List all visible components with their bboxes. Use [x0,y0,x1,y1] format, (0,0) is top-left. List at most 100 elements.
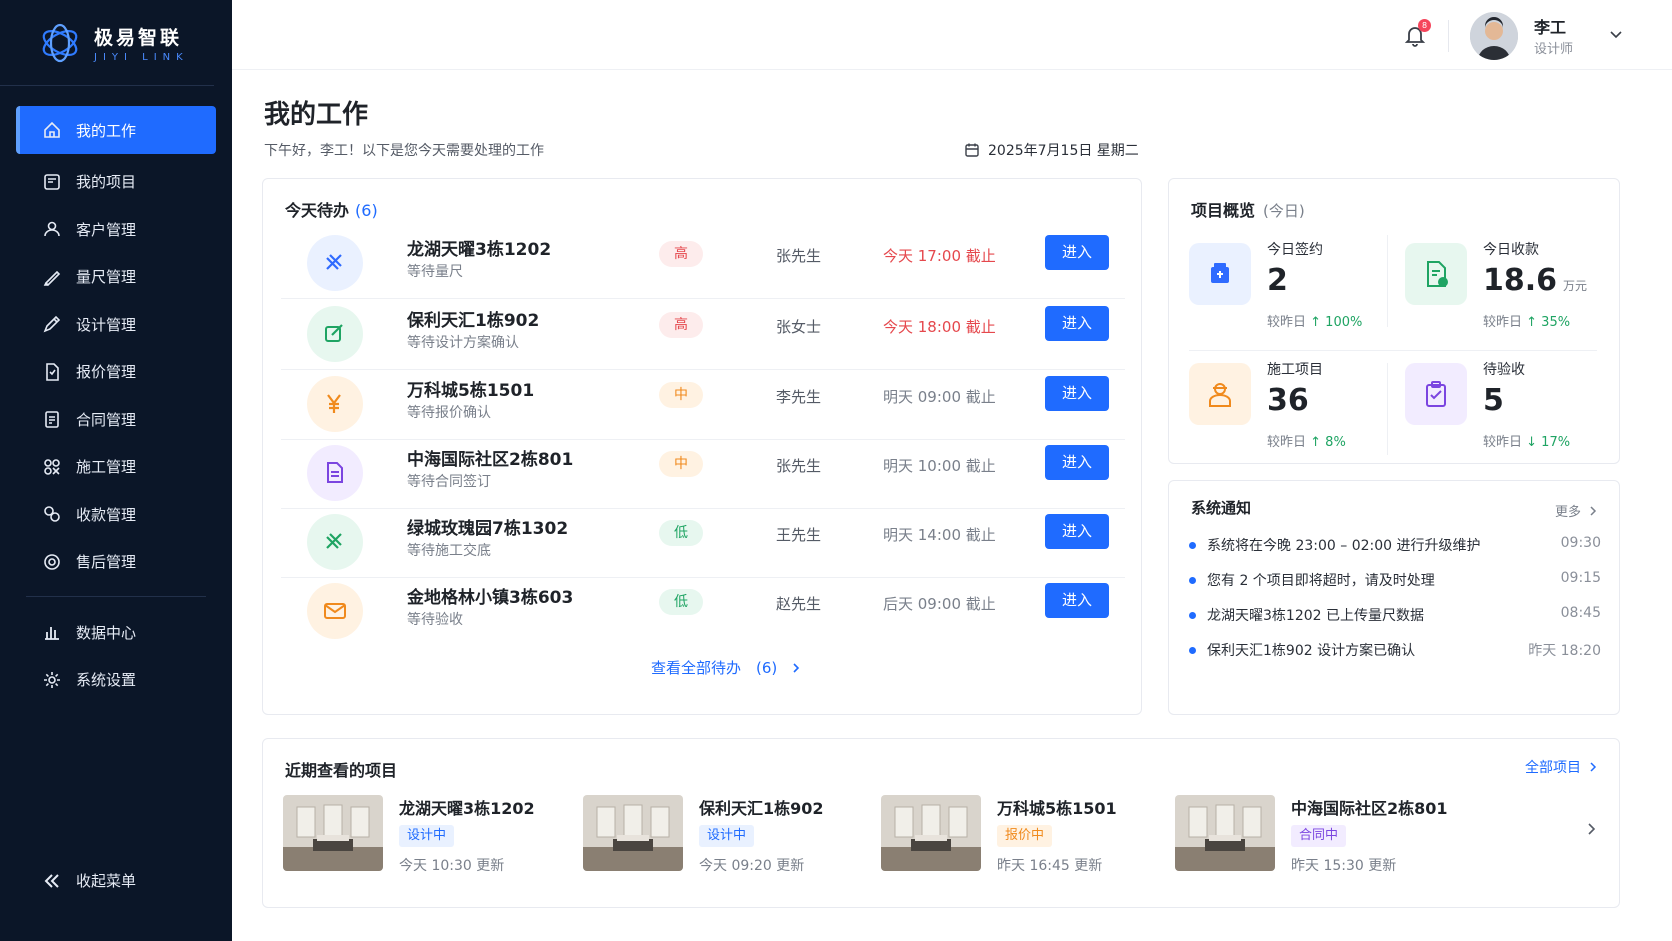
compare-change: ↑ 35% [1526,315,1571,330]
sidebar-item-label: 收款管理 [76,505,137,524]
stat-tile[interactable]: 施工项目 36 较昨日 ↑ 8% [1189,355,1389,465]
sidebar-item-label: 合同管理 [76,410,137,429]
todo-card: 今天待办 (6) 龙湖天曜3栋1202 等待量尺高张先生 今天 17:00 截止 进入保… [262,178,1142,715]
stat-tile[interactable]: 今日签约 2 较昨日 ↑ 100% [1189,235,1389,345]
overview-sub: (今日) [1263,202,1305,220]
user-name: 李工 [1534,18,1567,37]
bullet-dot [1189,612,1196,619]
stat-icon-wrap [1405,243,1467,305]
notification-button[interactable]: 8 [1402,19,1431,48]
stat-label: 待验收 [1483,362,1525,378]
stat-compare: 较昨日 ↑ 35% [1483,311,1570,330]
todo-status: 等待施工交底 [407,543,491,559]
project-overview-card: 项目概览 (今日) 今日签约 2 较昨日 ↑ 100% 今日收款 18.6 万元 较昨日 ↑ … [1168,178,1620,464]
project-updated-time: 昨天 15:30 更新 [1291,858,1397,874]
sidebar-item-items-5[interactable]: 报价管理 [16,348,216,396]
view-all-todo-link[interactable]: 查看全部待办 (6) [651,657,803,678]
room-thumbnail-icon [283,795,383,871]
project-status-tag: 报价中 [997,825,1053,847]
more-notices-link[interactable]: 更多 [1555,501,1599,520]
compare-prefix: 较昨日 [1483,435,1523,450]
stat-number: 5 [1483,383,1504,418]
enter-button[interactable]: 进入 [1045,306,1109,341]
enter-button[interactable]: 进入 [1045,376,1109,411]
todo-project-name: 金地格林小镇3栋603 [407,588,574,608]
double-chevron-left-icon [44,873,59,888]
current-date: 2025年7月15日 星期二 [964,140,1139,160]
sidebar-item-items2-1[interactable]: 系统设置 [16,656,216,704]
all-projects-link[interactable]: 全部项目 [1525,757,1599,777]
stat-label: 今日收款 [1483,242,1539,258]
receipt-icon [1427,261,1448,287]
sidebar-item-label: 我的项目 [76,173,137,192]
stat-tile[interactable]: 待验收 5 较昨日 ↓ 17% [1405,355,1605,465]
todo-client: 王先生 [776,526,822,544]
todo-row: 金地格林小镇3栋603 等待验收 低 赵先生 后天 09:00 截止 进入 [281,573,1125,647]
sidebar-item-items-8[interactable]: 收款管理 [16,491,216,539]
sidebar-item-items-1[interactable]: 我的项目 [16,158,216,206]
recent-project-item[interactable]: 保利天汇1栋902 设计中 今天 09:20 更新 [583,795,873,877]
brand-sub: JIYI LINK [94,51,189,63]
contract-icon [45,411,59,429]
sidebar-item-items-7[interactable]: 施工管理 [16,443,216,491]
notice-text: 保利天汇1栋902 设计方案已确认 [1207,643,1416,659]
stat-tile[interactable]: 今日收款 18.6 万元 较昨日 ↑ 35% [1405,235,1605,345]
sidebar-item-items-2[interactable]: 客户管理 [16,206,216,254]
user-icon [44,221,60,237]
project-updated-time: 昨天 16:45 更新 [997,858,1103,874]
enter-button[interactable]: 进入 [1045,235,1109,270]
chevron-right-icon [1590,762,1597,772]
todo-row: 中海国际社区2栋801 等待合同签订 中 张先生 明天 10:00 截止 进入 [281,435,1125,509]
todo-count: (6) [355,201,378,220]
notice-text: 您有 2 个项目即将超时，请及时处理 [1207,573,1435,589]
stat-compare: 较昨日 ↑ 100% [1267,311,1362,330]
chevron-down-icon[interactable] [1608,26,1624,42]
enter-button[interactable]: 进入 [1045,583,1109,618]
enter-button[interactable]: 进入 [1045,514,1109,549]
next-arrow-icon[interactable] [1583,821,1599,837]
sidebar-item-label: 系统设置 [76,671,137,690]
notice-title: 系统通知 [1191,499,1252,517]
avatar[interactable] [1470,12,1518,60]
todo-client: 赵先生 [776,595,822,613]
notice-item[interactable]: 您有 2 个项目即将超时，请及时处理 09:15 [1189,570,1601,592]
todo-status: 等待合同签订 [407,474,491,490]
sidebar-item-items-3[interactable]: 量尺管理 [16,253,216,301]
tools-icon [326,533,342,549]
person-avatar-icon [1470,12,1518,60]
todo-title: 今天待办 (6) [285,197,378,221]
stat-number: 2 [1267,263,1288,298]
gear-icon [44,671,60,688]
notice-item[interactable]: 系统将在今晚 23:00 – 02:00 进行升级维护 09:30 [1189,535,1601,557]
construction-icon [44,458,60,475]
sidebar-item-label: 报价管理 [76,363,137,382]
nav-divider [26,595,206,597]
todo-row: 龙湖天曜3栋1202 等待量尺 高 张先生 今天 17:00 截止 进入 [281,225,1125,299]
recent-project-item[interactable]: 中海国际社区2栋801 合同中 昨天 15:30 更新 [1175,795,1465,877]
sidebar-item-items-0[interactable]: 我的工作 [16,106,216,154]
recent-project-item[interactable]: 龙湖天曜3栋1202 设计中 今天 10:30 更新 [283,795,573,877]
enter-button[interactable]: 进入 [1045,445,1109,480]
todo-project-name: 龙湖天曜3栋1202 [407,240,552,260]
sidebar-item-items-9[interactable]: 售后管理 [16,538,216,586]
brand-logo[interactable]: 极易智联 JIYI LINK [0,0,214,86]
collapse-menu-button[interactable]: 收起菜单 [42,870,136,891]
todo-icon-wrap [307,445,363,501]
todo-deadline: 明天 10:00 截止 [883,457,996,475]
todo-status: 等待量尺 [407,264,463,280]
project-name: 中海国际社区2栋801 [1291,799,1448,818]
notice-item[interactable]: 龙湖天曜3栋1202 已上传量尺数据 08:45 [1189,605,1601,627]
sidebar-item-items-6[interactable]: 合同管理 [16,396,216,444]
chart-icon [45,627,59,641]
notification-badge: 8 [1418,19,1431,32]
todo-icon-wrap [307,306,363,362]
sidebar-item-items2-0[interactable]: 数据中心 [16,609,216,657]
sidebar-item-items-4[interactable]: 设计管理 [16,301,216,349]
project-name: 万科城5栋1501 [997,799,1117,818]
quote-icon [46,362,59,381]
recent-project-item[interactable]: 万科城5栋1501 报价中昨天 16:45 更新 [881,795,1171,877]
project-name: 保利天汇1栋902 [699,799,824,818]
sidebar-item-label: 量尺管理 [76,268,137,287]
notice-item[interactable]: 保利天汇1栋902 设计方案已确认 昨天 18:20 [1189,640,1601,662]
todo-row: 万科城5栋1501 等待报价确认 中 李先生 明天 09:00 截止 进入 [281,366,1125,440]
